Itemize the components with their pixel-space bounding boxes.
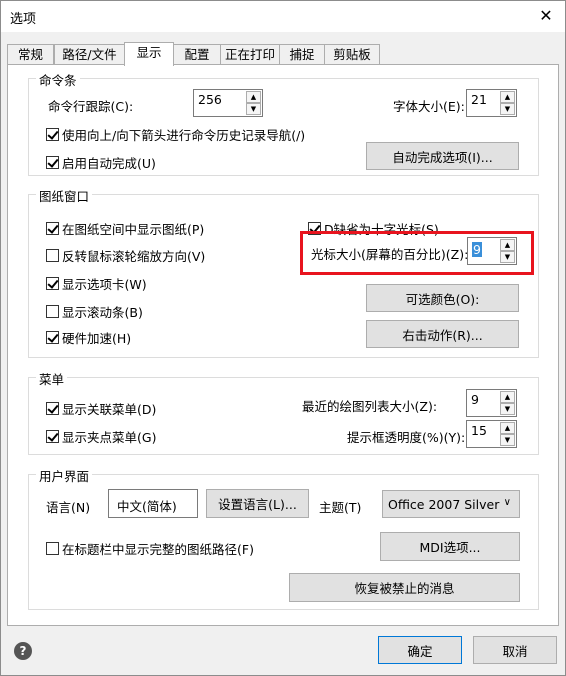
down-arrow-icon[interactable]: ▼ [246, 103, 261, 115]
cancel-button[interactable]: 取消 [473, 636, 557, 664]
show-tabs-checkbox[interactable]: 显示选项卡(W) [46, 274, 147, 293]
theme-value: Office 2007 Silver [388, 497, 500, 512]
mdi-options-button[interactable]: MDI选项... [380, 532, 520, 561]
checkbox-icon [46, 430, 59, 443]
tab-strip: 常规 路径/文件 显示 配置 正在打印 捕捉 剪贴板 [7, 42, 566, 66]
tab-paths[interactable]: 路径/文件 [54, 44, 125, 65]
down-arrow-icon[interactable]: ▼ [500, 251, 515, 263]
help-icon[interactable]: ? [14, 642, 32, 660]
language-field[interactable]: 中文(简体) [108, 489, 198, 518]
checkbox-icon [46, 331, 59, 344]
recent-list-label: 最近的绘图列表大小(Z): [302, 399, 438, 414]
ok-button[interactable]: 确定 [378, 636, 462, 664]
group-label-ui: 用户界面 [36, 466, 93, 485]
font-size-stepper[interactable]: 21 ▲ ▼ [466, 89, 517, 117]
tab-snap[interactable]: 捕捉 [279, 44, 325, 65]
checkbox-icon [46, 305, 59, 318]
full-path-checkbox[interactable]: 在标题栏中显示完整的图纸路径(F) [46, 539, 254, 558]
up-arrow-icon[interactable]: ▲ [500, 391, 515, 403]
tooltip-opacity-stepper[interactable]: 15 ▲ ▼ [466, 420, 517, 448]
cursor-size-value: 9 [472, 242, 482, 257]
up-arrow-icon[interactable]: ▲ [500, 239, 515, 251]
tooltip-opacity-value: 15 [471, 423, 487, 438]
up-arrow-icon[interactable]: ▲ [500, 422, 515, 434]
show-drawing-checkbox[interactable]: 在图纸空间中显示图纸(P) [46, 219, 204, 238]
chevron-down-icon: ∨ [503, 497, 511, 508]
reverse-wheel-checkbox[interactable]: 反转鼠标滚轮缩放方向(V) [46, 246, 205, 265]
tooltip-opacity-label: 提示框透明度(%)(Y): [347, 430, 466, 445]
close-icon[interactable]: ✕ [531, 2, 561, 30]
show-scrollbars-checkbox[interactable]: 显示滚动条(B) [46, 302, 143, 321]
use-arrows-checkbox[interactable]: 使用向上/向下箭头进行命令历史记录导航(/) [46, 125, 305, 144]
down-arrow-icon[interactable]: ▼ [500, 434, 515, 446]
up-arrow-icon[interactable]: ▲ [246, 91, 261, 103]
window-title: 选项 [10, 12, 37, 27]
restore-messages-button[interactable]: 恢复被禁止的消息 [289, 573, 520, 602]
track-stepper[interactable]: 256 ▲ ▼ [193, 89, 263, 117]
colors-button[interactable]: 可选颜色(O): [366, 284, 519, 312]
cursor-size-label: 光标大小(屏幕的百分比)(Z): [311, 247, 469, 262]
font-size-label: 字体大小(E): [393, 99, 465, 114]
font-size-value: 21 [471, 92, 487, 107]
checkbox-icon [46, 128, 59, 141]
tab-general[interactable]: 常规 [7, 44, 54, 65]
cursor-size-stepper[interactable]: 9 ▲ ▼ [467, 237, 517, 265]
hw-accel-checkbox[interactable]: 硬件加速(H) [46, 328, 131, 347]
checkbox-icon [46, 402, 59, 415]
down-arrow-icon[interactable]: ▼ [500, 403, 515, 415]
autocomplete-checkbox[interactable]: 启用自动完成(U) [46, 153, 156, 172]
tab-config[interactable]: 配置 [173, 44, 221, 65]
recent-list-value: 9 [471, 392, 479, 407]
theme-label: 主题(T) [319, 500, 362, 515]
display-panel: 命令条 命令行跟踪(C): 256 ▲ ▼ 字体大小(E): 21 ▲ ▼ 使用向上… [7, 64, 559, 626]
grip-menu-checkbox[interactable]: 显示夹点菜单(G) [46, 427, 156, 446]
recent-list-stepper[interactable]: 9 ▲ ▼ [466, 389, 517, 417]
group-label-command-bar: 命令条 [36, 70, 80, 89]
track-value: 256 [198, 92, 222, 107]
group-label-menu: 菜单 [36, 369, 68, 388]
up-arrow-icon[interactable]: ▲ [500, 91, 515, 103]
language-label: 语言(N) [46, 500, 91, 515]
options-dialog: 选项 ✕ 常规 路径/文件 显示 配置 正在打印 捕捉 剪贴板 命令条 命令行跟… [0, 0, 566, 676]
checkbox-icon [46, 156, 59, 169]
tab-display[interactable]: 显示 [124, 42, 174, 66]
checkbox-icon [46, 249, 59, 262]
group-label-drawing-window: 图纸窗口 [36, 186, 93, 205]
tab-printing[interactable]: 正在打印 [220, 44, 280, 65]
title-bar: 选项 ✕ [1, 1, 565, 32]
track-label: 命令行跟踪(C): [48, 99, 134, 114]
down-arrow-icon[interactable]: ▼ [500, 103, 515, 115]
checkbox-icon [46, 277, 59, 290]
checkbox-icon [46, 542, 59, 555]
set-language-button[interactable]: 设置语言(L)... [206, 489, 309, 518]
theme-select[interactable]: Office 2007 Silver ∨ [382, 490, 520, 518]
right-click-button[interactable]: 右击动作(R)... [366, 320, 519, 348]
tab-clipboard[interactable]: 剪贴板 [324, 44, 380, 65]
autocomplete-options-button[interactable]: 自动完成选项(I)... [366, 142, 519, 170]
checkbox-icon [46, 222, 59, 235]
context-menu-checkbox[interactable]: 显示关联菜单(D) [46, 399, 156, 418]
